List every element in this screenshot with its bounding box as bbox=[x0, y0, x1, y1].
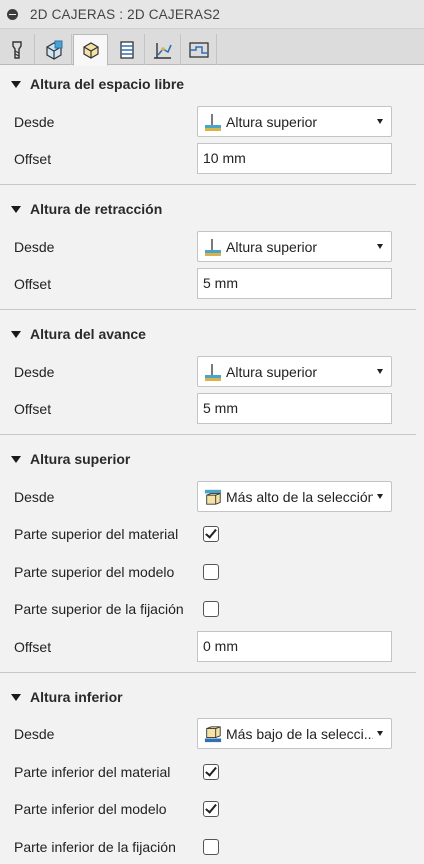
section-header-clearance[interactable]: Altura del espacio libre bbox=[0, 71, 424, 97]
section-divider bbox=[0, 672, 416, 673]
offset-label: Offset bbox=[14, 401, 52, 417]
select-value: Altura superior bbox=[226, 113, 318, 130]
linking-icon bbox=[154, 42, 172, 59]
retract-offset-input[interactable]: 5 mm bbox=[197, 268, 392, 299]
stock-bottom-checkbox[interactable] bbox=[203, 764, 219, 780]
offset-label: Offset bbox=[14, 151, 52, 167]
stock-top-label: Parte superior del material bbox=[14, 526, 179, 542]
dropdown-arrow-icon bbox=[377, 731, 383, 736]
panel-title: 2D CAJERAS : 2D CAJERAS2 bbox=[30, 6, 221, 22]
clearance-from-select[interactable]: Altura superior bbox=[197, 106, 392, 137]
stock-bottom-label: Parte inferior del material bbox=[14, 764, 171, 780]
feed-offset-input[interactable]: 5 mm bbox=[197, 393, 392, 424]
model-bottom-label: Parte inferior del modelo bbox=[14, 801, 167, 817]
feed-from-select[interactable]: Altura superior bbox=[197, 356, 392, 387]
panel-titlebar: 2D CAJERAS : 2D CAJERAS2 bbox=[0, 0, 424, 29]
section-divider bbox=[0, 309, 416, 310]
retract-from-select[interactable]: Altura superior bbox=[197, 231, 392, 262]
fixture-bottom-label: Parte inferior de la fijación bbox=[14, 839, 176, 855]
tab-geometry[interactable] bbox=[37, 34, 72, 65]
offset-label: Offset bbox=[14, 276, 52, 292]
tab-tool[interactable] bbox=[0, 34, 35, 65]
from-label: Desde bbox=[14, 114, 55, 130]
section-header-bottom[interactable]: Altura inferior bbox=[0, 684, 424, 710]
section-header-feed[interactable]: Altura del avance bbox=[0, 321, 424, 347]
heights-icon bbox=[82, 42, 99, 59]
dropdown-arrow-icon bbox=[377, 244, 383, 249]
collapse-caret-icon bbox=[11, 455, 21, 463]
collapse-caret-icon bbox=[11, 205, 21, 213]
geometry-icon bbox=[46, 40, 63, 60]
selection-top-icon bbox=[204, 487, 222, 507]
from-label: Desde bbox=[14, 489, 55, 505]
selection-bottom-icon bbox=[204, 724, 222, 744]
model-top-label: Parte superior del modelo bbox=[14, 564, 175, 580]
bottom-from-select[interactable]: Más bajo de la selecci... bbox=[197, 718, 392, 749]
collapse-caret-icon bbox=[11, 693, 21, 701]
height-reference-icon bbox=[204, 362, 222, 382]
tool-icon bbox=[12, 40, 22, 59]
dropdown-arrow-icon bbox=[377, 494, 383, 499]
section-header-top[interactable]: Altura superior bbox=[0, 446, 424, 472]
from-label: Desde bbox=[14, 239, 55, 255]
section-title: Altura del avance bbox=[30, 326, 146, 342]
section-divider bbox=[0, 434, 416, 435]
tab-heights[interactable] bbox=[73, 34, 108, 66]
tab-bar bbox=[0, 29, 424, 66]
dropdown-arrow-icon bbox=[377, 119, 383, 124]
fixture-top-label: Parte superior de la fijación bbox=[14, 601, 184, 617]
tab-passes[interactable] bbox=[110, 34, 145, 65]
model-bottom-checkbox[interactable] bbox=[203, 801, 219, 817]
height-reference-icon bbox=[204, 237, 222, 257]
collapse-panel-icon[interactable] bbox=[7, 8, 18, 20]
select-value: Más alto de la selección bbox=[226, 488, 373, 505]
section-divider bbox=[0, 184, 416, 185]
fixture-top-checkbox[interactable] bbox=[203, 601, 219, 617]
select-value: Altura superior bbox=[226, 238, 318, 255]
offset-label: Offset bbox=[14, 639, 52, 655]
select-value: Altura superior bbox=[226, 363, 318, 380]
section-title: Altura de retracción bbox=[30, 201, 163, 217]
section-title: Altura del espacio libre bbox=[30, 76, 185, 92]
model-top-checkbox[interactable] bbox=[203, 564, 219, 580]
select-value: Más bajo de la selecci... bbox=[226, 725, 373, 742]
stock-top-checkbox[interactable] bbox=[203, 526, 219, 542]
clearance-offset-input[interactable]: 10 mm bbox=[197, 143, 392, 174]
shaft-holder-icon bbox=[189, 41, 209, 58]
tab-linking[interactable] bbox=[146, 34, 181, 65]
height-reference-icon bbox=[204, 112, 222, 132]
section-title: Altura superior bbox=[30, 451, 131, 467]
collapse-caret-icon bbox=[11, 330, 21, 338]
top-from-select[interactable]: Más alto de la selección bbox=[197, 481, 392, 512]
passes-icon bbox=[120, 40, 134, 59]
fixture-bottom-checkbox[interactable] bbox=[203, 839, 219, 855]
dropdown-arrow-icon bbox=[377, 369, 383, 374]
section-title: Altura inferior bbox=[30, 689, 123, 705]
top-offset-input[interactable]: 0 mm bbox=[197, 631, 392, 662]
from-label: Desde bbox=[14, 726, 55, 742]
tab-shaft-holder[interactable] bbox=[182, 34, 217, 65]
from-label: Desde bbox=[14, 364, 55, 380]
section-header-retract[interactable]: Altura de retracción bbox=[0, 196, 424, 222]
collapse-caret-icon bbox=[11, 80, 21, 88]
